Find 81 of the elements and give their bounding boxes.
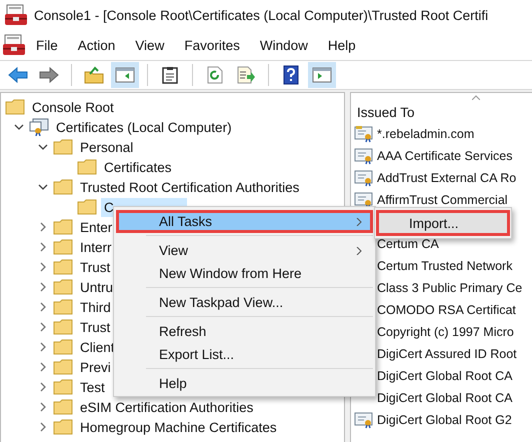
- folder-icon: [77, 159, 97, 175]
- folder-icon: [53, 419, 73, 435]
- tree-item[interactable]: Certificates (Local Computer): [53, 118, 235, 136]
- certificate-name[interactable]: AAA Certificate Services: [377, 149, 512, 163]
- certificate-name[interactable]: *.rebeladmin.com: [377, 127, 474, 141]
- pane-icon: [115, 67, 135, 83]
- tree-item[interactable]: Test: [77, 378, 108, 396]
- folder-icon: [77, 199, 97, 215]
- certificate-name[interactable]: DigiCert Assured ID Root: [377, 347, 517, 361]
- window-title: Console1 - [Console Root\Certificates (Local Computer)\Trusted Root Certifi: [34, 8, 488, 22]
- menu-item[interactable]: Help: [116, 372, 373, 395]
- tree-item[interactable]: Personal: [77, 138, 136, 156]
- certificate-name[interactable]: COMODO RSA Certificat: [377, 303, 516, 317]
- menu-item[interactable]: File: [26, 34, 68, 56]
- tree-item[interactable]: Trust: [77, 258, 114, 276]
- refresh-icon: [206, 66, 224, 84]
- export-list-icon: [236, 66, 256, 84]
- certificate-name[interactable]: Copyright (c) 1997 Micro: [377, 325, 514, 339]
- tree-item[interactable]: Console Root: [29, 98, 117, 116]
- pane-icon: [312, 67, 332, 83]
- menu-item[interactable]: Refresh: [116, 320, 373, 343]
- tree-item[interactable]: Homegroup Machine Certificates: [77, 418, 280, 436]
- tree-item[interactable]: Previ: [77, 358, 114, 376]
- folder-icon: [53, 379, 73, 395]
- help-icon: [283, 65, 299, 85]
- folder-icon: [53, 139, 73, 155]
- chevron-right-icon: [356, 218, 362, 226]
- certificate-name[interactable]: Certum Trusted Network: [377, 259, 512, 273]
- certificate-icon: [354, 169, 374, 187]
- folder-icon: [53, 219, 73, 235]
- tree-item[interactable]: Enter: [77, 218, 116, 236]
- certificate-name[interactable]: AddTrust External CA Ro: [377, 171, 516, 185]
- menu-item[interactable]: Favorites: [174, 34, 250, 56]
- folder-icon: [53, 339, 73, 355]
- toolbox-icon: [4, 4, 28, 26]
- folder-icon: [53, 319, 73, 335]
- folder-icon: [5, 99, 25, 115]
- folder-icon: [53, 279, 73, 295]
- menu-item[interactable]: Export List...: [116, 343, 373, 366]
- tree-item[interactable]: Trust: [77, 318, 114, 336]
- sort-caret-icon: [472, 95, 480, 100]
- chevron-down-icon[interactable]: [38, 142, 48, 152]
- certificate-icon: [354, 411, 374, 429]
- menu-item[interactable]: New Taskpad View...: [116, 291, 373, 314]
- tree-item[interactable]: Untru: [77, 278, 116, 296]
- certificate-name[interactable]: Certum CA: [377, 237, 439, 251]
- menu-item[interactable]: Import...: [376, 210, 510, 236]
- menu-item[interactable]: View: [116, 239, 373, 262]
- folder-icon: [53, 259, 73, 275]
- folder-icon: [53, 299, 73, 315]
- folder-icon: [53, 359, 73, 375]
- back-arrow-icon: [8, 67, 28, 83]
- menu-item[interactable]: New Window from Here: [116, 262, 373, 285]
- certificate-computer-icon: [29, 118, 49, 136]
- certificate-name[interactable]: DigiCert Global Root CA: [377, 391, 512, 405]
- certificate-name[interactable]: DigiCert Global Root G2: [377, 413, 512, 427]
- certificate-icon: [354, 147, 374, 165]
- folder-icon: [53, 239, 73, 255]
- chevron-down-icon[interactable]: [38, 182, 48, 192]
- forward-arrow-icon: [39, 67, 59, 83]
- tree-item[interactable]: Trusted Root Certification Authorities: [77, 178, 302, 196]
- menu-item[interactable]: Help: [318, 34, 366, 56]
- tree-item[interactable]: eSIM Certification Authorities: [77, 398, 256, 416]
- folder-up-icon: [84, 66, 104, 84]
- certificate-name[interactable]: Class 3 Public Primary Ce: [377, 281, 522, 295]
- menu-item[interactable]: Action: [68, 34, 126, 56]
- column-header[interactable]: Issued To: [357, 105, 415, 123]
- tree-item[interactable]: Certificates: [101, 158, 175, 176]
- menu-item[interactable]: All Tasks: [116, 210, 373, 233]
- certificate-name[interactable]: AffirmTrust Commercial: [377, 193, 508, 207]
- menu-item[interactable]: Window: [250, 34, 318, 56]
- tree-item[interactable]: Third: [77, 298, 114, 316]
- chevron-right-icon: [356, 246, 362, 254]
- chevron-down-icon[interactable]: [14, 122, 24, 132]
- certificate-key-icon: [354, 125, 374, 143]
- certificate-name[interactable]: DigiCert Global Root CA: [377, 369, 512, 383]
- tree-item[interactable]: Interr: [77, 238, 115, 256]
- folder-icon: [53, 399, 73, 415]
- folder-icon: [53, 179, 73, 195]
- menu-item[interactable]: View: [125, 34, 174, 56]
- clipboard-icon: [162, 66, 178, 84]
